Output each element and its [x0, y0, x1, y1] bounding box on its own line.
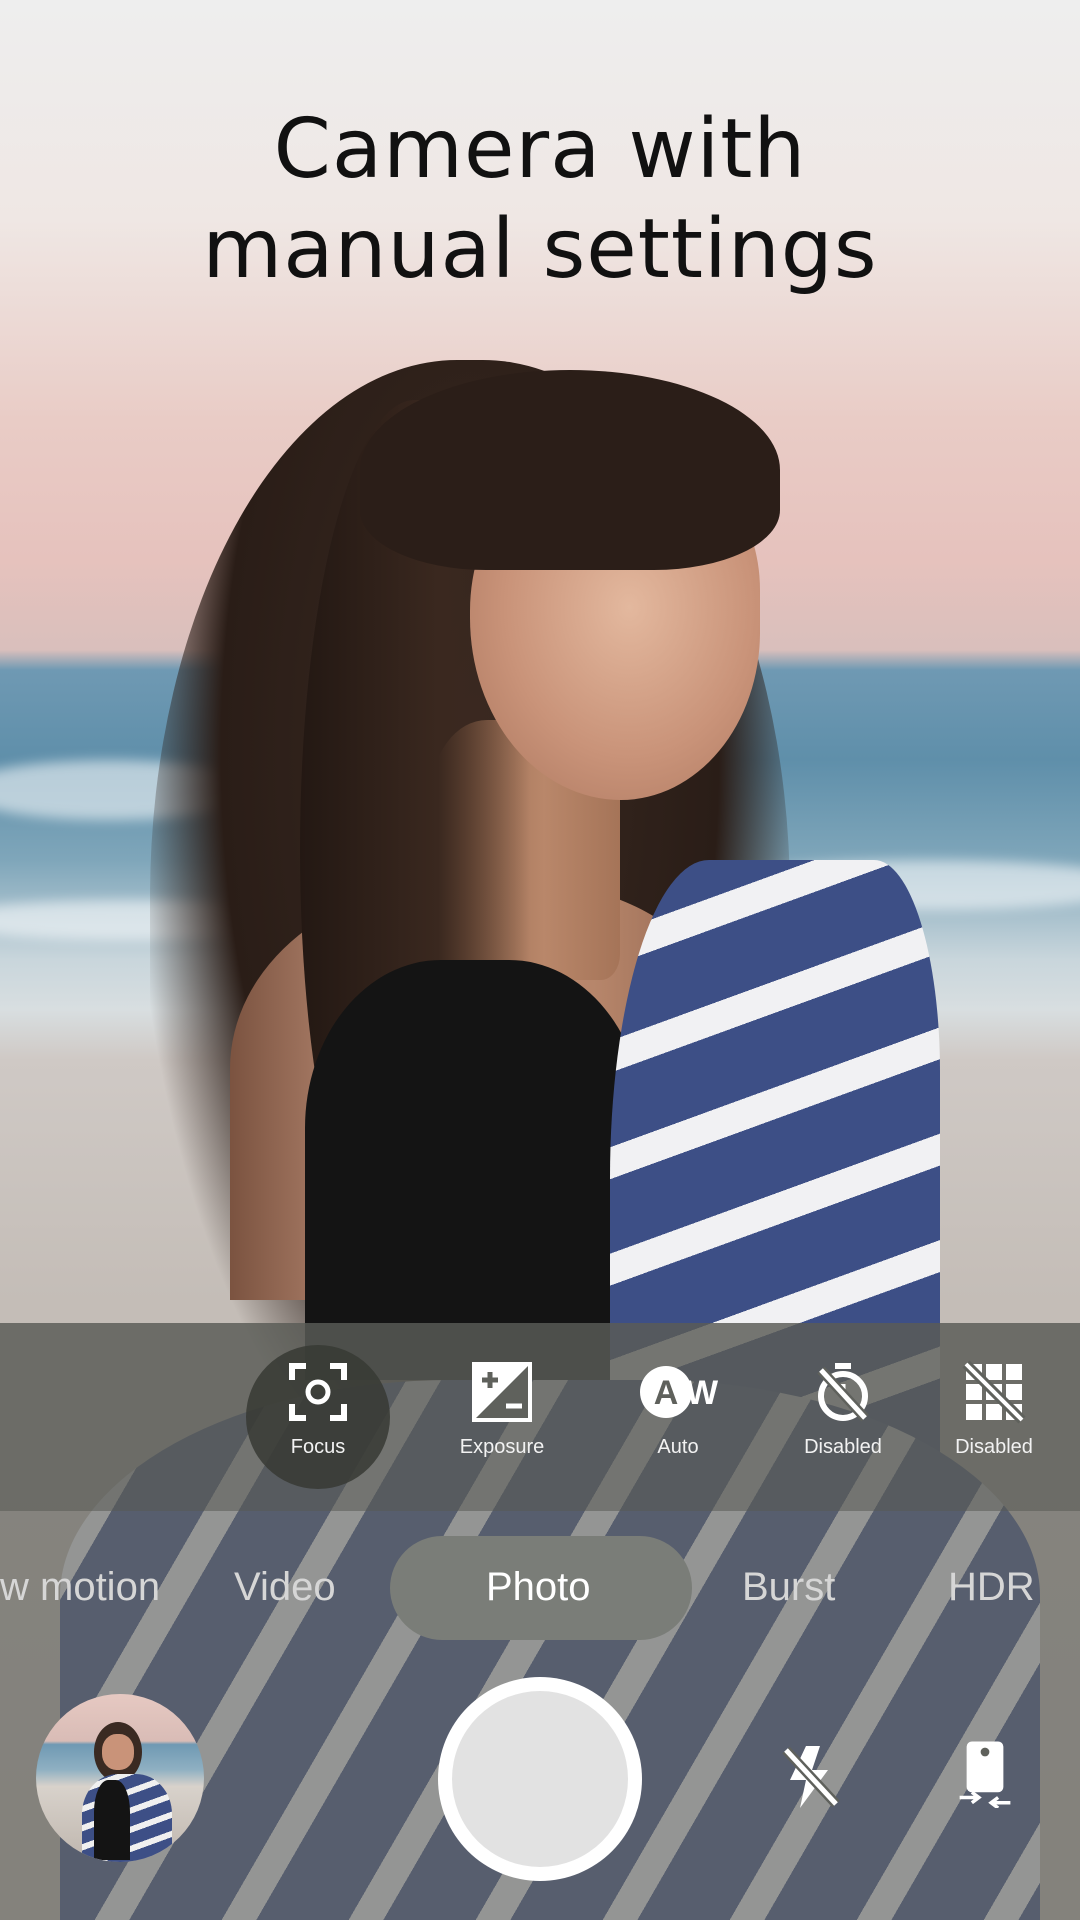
subject-swimsuit	[305, 960, 645, 1380]
thumb-face	[102, 1734, 134, 1770]
shutter-icon	[452, 1691, 628, 1867]
setting-label: Auto	[657, 1436, 699, 1458]
setting-label: Focus	[290, 1436, 346, 1458]
timer-off-icon	[817, 1363, 869, 1422]
svg-text:W: W	[686, 1374, 718, 1412]
exposure-plus-minus-icon	[472, 1362, 532, 1422]
setting-label: Exposure	[459, 1436, 545, 1458]
mode-photo[interactable]: Photo	[486, 1565, 591, 1610]
exposure-setting-button[interactable]: Exposure	[432, 1360, 572, 1480]
svg-text:A: A	[654, 1374, 679, 1412]
setting-label: Disabled	[804, 1436, 882, 1458]
mode-video[interactable]: Video	[234, 1565, 336, 1610]
focus-setting-button[interactable]: Focus	[248, 1360, 388, 1480]
timer-setting-button[interactable]: Disabled	[773, 1360, 913, 1480]
grid-off-icon	[962, 1360, 1026, 1424]
promo-title-line1: Camera with	[273, 102, 807, 197]
shutter-button[interactable]	[438, 1677, 642, 1881]
mode-burst[interactable]: Burst	[742, 1565, 835, 1610]
mode-slow-motion[interactable]: w motion	[0, 1565, 160, 1610]
white-balance-auto-icon: A W	[640, 1366, 718, 1418]
setting-label: Disabled	[955, 1436, 1033, 1458]
promo-title: Camera with manual settings	[0, 100, 1080, 300]
promo-title-line2: manual settings	[202, 202, 878, 297]
switch-camera-icon[interactable]	[950, 1738, 1020, 1808]
grid-setting-button[interactable]: Disabled	[924, 1360, 1064, 1480]
thumb-swimsuit	[94, 1780, 130, 1860]
white-balance-setting-button[interactable]: A W Auto	[608, 1360, 748, 1480]
flash-off-icon[interactable]	[776, 1742, 846, 1812]
focus-target-icon	[289, 1363, 347, 1421]
mode-hdr[interactable]: HDR	[948, 1565, 1035, 1610]
subject-hair-top	[360, 370, 780, 570]
gallery-thumbnail-icon[interactable]	[36, 1694, 204, 1862]
